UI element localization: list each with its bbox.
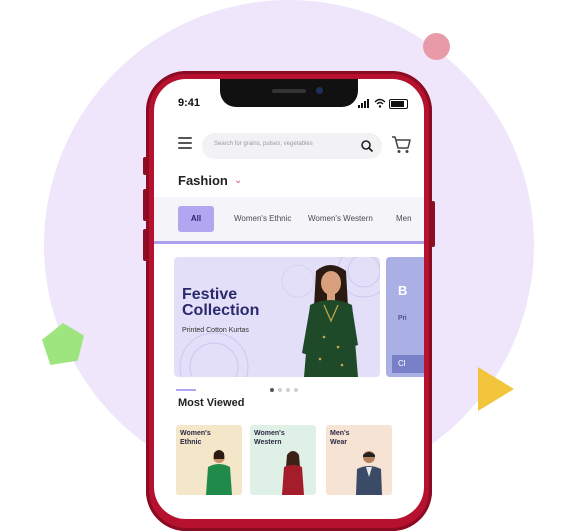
filter-chip-all[interactable]: All [178,206,214,232]
banner-subtitle: Printed Cotton Kurtas [182,327,249,334]
section-title-most-viewed: Most Viewed [178,397,245,409]
model-image [282,451,304,495]
notch [220,79,358,107]
card-label-line-1: Women's [254,430,285,437]
card-label: Men's Wear [330,429,370,447]
wifi-icon [374,98,386,108]
card-label-line-2: Ethnic [180,439,202,446]
model-image [206,450,232,495]
top-bar: Search for grains, pulses, vegetables [154,127,424,163]
pager-dot[interactable] [294,388,298,392]
card-label-line-1: Men's [330,430,350,437]
pager-dot[interactable] [270,388,274,392]
banner2-subtitle: Pri [398,315,407,322]
status-time: 9:41 [178,97,201,109]
filter-chip-womens-ethnic[interactable]: Women's Ethnic [234,206,291,232]
pager-dot[interactable] [278,388,282,392]
banner-title: Festive Collection [182,287,259,319]
filter-chip-womens-western[interactable]: Women's Western [308,206,373,232]
category-card-mens-wear[interactable]: Men's Wear [326,425,392,495]
banner2-cta-button[interactable]: Cl [392,355,424,373]
promo-banner-festive[interactable]: Festive Collection Printed Cotton Kurtas [174,257,380,377]
category-card-womens-ethnic[interactable]: Women's Ethnic [176,425,242,495]
decorative-dot [423,33,450,60]
model-image [302,265,358,377]
card-label: Women's Ethnic [180,429,220,447]
pager-indicator-line [176,389,196,391]
filter-bar: All Women's Ethnic Women's Western Men [154,197,424,241]
carousel-pager [154,385,424,395]
phone-mute-switch [143,157,147,175]
model-image [356,451,382,495]
banner2-title: B [398,283,408,298]
phone-power-button [431,201,435,247]
search-input[interactable]: Search for grains, pulses, vegetables [202,133,382,159]
phone-frame: 9:41 Search for grains, pulses, vegetabl… [143,71,435,531]
filter-underline [154,241,424,244]
cart-icon[interactable] [390,133,412,155]
banner-title-line-2: Collection [182,302,260,319]
battery-icon [389,99,408,109]
chevron-down-icon[interactable]: ⌄ [234,175,242,186]
hamburger-menu-icon[interactable] [178,137,192,149]
front-camera [316,87,323,94]
decorative-triangle [478,367,514,411]
card-label: Women's Western [254,429,294,447]
speaker-grille [272,89,306,93]
promo-banner-next[interactable]: B Pri Cl [386,257,424,377]
card-label-line-2: Wear [330,439,347,446]
phone-volume-up [143,189,147,221]
pager-dot[interactable] [286,388,290,392]
category-card-womens-western[interactable]: Women's Western [250,425,316,495]
category-title[interactable]: Fashion [178,173,228,188]
card-label-line-1: Women's [180,430,211,437]
search-icon[interactable] [360,139,374,153]
phone-volume-down [143,229,147,261]
filter-chip-men[interactable]: Men [396,206,412,232]
card-label-line-2: Western [254,439,282,446]
search-placeholder: Search for grains, pulses, vegetables [214,141,313,147]
phone-screen: 9:41 Search for grains, pulses, vegetabl… [154,79,424,519]
status-icons [358,98,408,109]
banner-title-line-1: Festive [182,286,238,303]
